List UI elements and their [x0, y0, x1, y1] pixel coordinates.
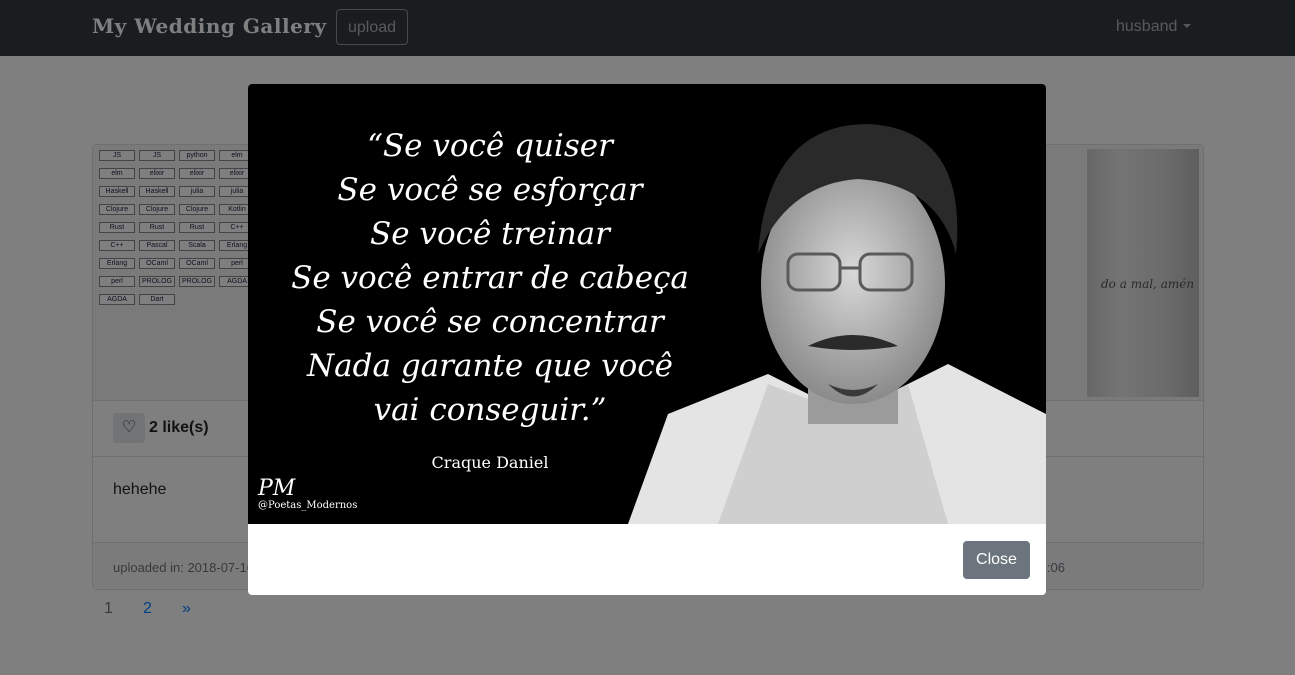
- quote-line: vai conseguir.”: [373, 392, 607, 428]
- image-modal: “Se você quiser Se você se esforçar Se v…: [248, 84, 1046, 595]
- quote-line: Se você se concentrar: [316, 304, 664, 340]
- quote-line: Nada garante que você: [307, 348, 673, 384]
- quote-line: Se você entrar de cabeça: [291, 260, 689, 296]
- quote-line: Se você treinar: [370, 216, 610, 252]
- quote-author: Craque Daniel: [431, 453, 549, 472]
- modal-image: “Se você quiser Se você se esforçar Se v…: [248, 84, 1046, 524]
- poetas-modernos-handle: @Poetas_Modernos: [258, 500, 358, 511]
- close-button[interactable]: Close: [963, 541, 1030, 579]
- poetas-modernos-logo: PM: [258, 476, 296, 501]
- quote-line: Se você se esforçar: [337, 172, 643, 208]
- quote-text: “Se você quiser Se você se esforçar Se v…: [290, 124, 690, 432]
- quote-line: “Se você quiser: [367, 128, 613, 164]
